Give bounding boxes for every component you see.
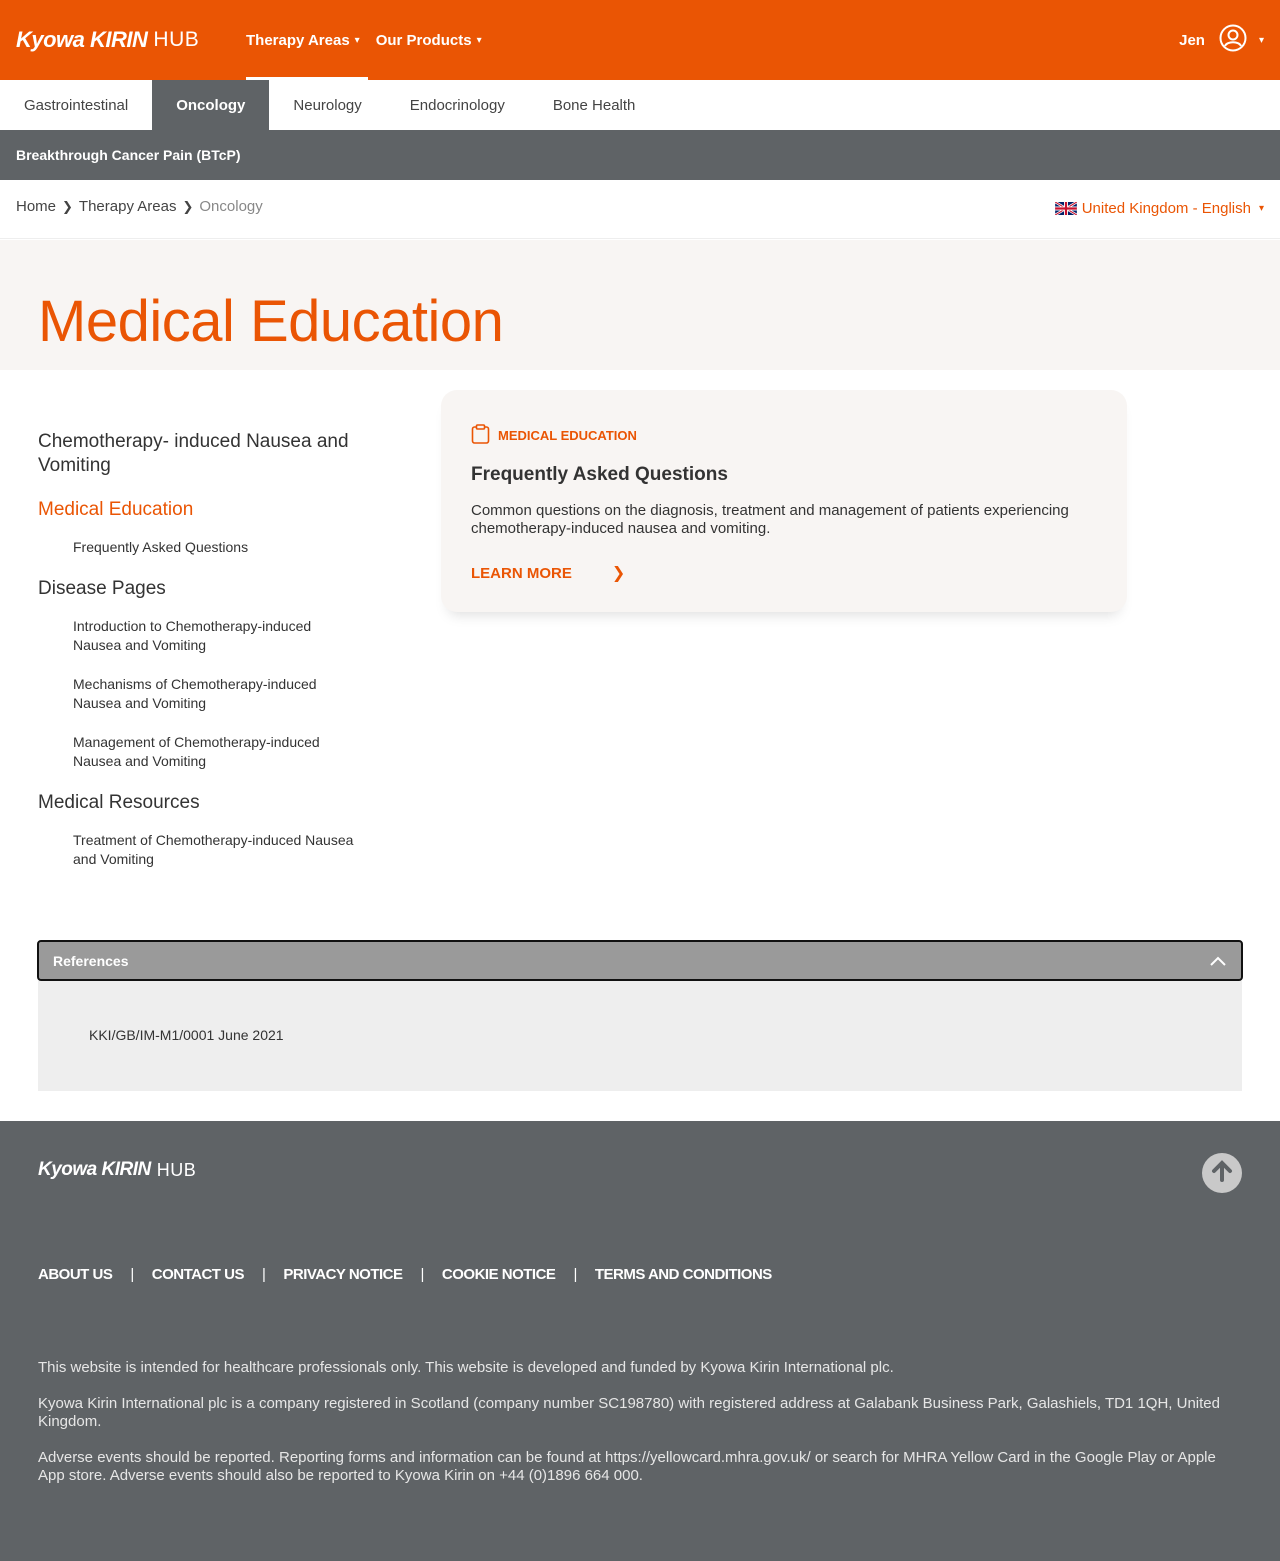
- top-bar: Kyowa KIRIN HUB Therapy Areas ▾ Our Prod…: [0, 0, 1280, 80]
- caret-down-icon: ▾: [1258, 34, 1264, 46]
- sidebar-heading-medical-resources[interactable]: Medical Resources: [38, 791, 358, 815]
- footer-links: ABOUT US | CONTACT US | PRIVACY NOTICE |…: [38, 1266, 772, 1283]
- sidebar-item-faq[interactable]: Frequently Asked Questions: [38, 538, 358, 557]
- sidebar-item-introduction[interactable]: Introduction to Chemotherapy-induced Nau…: [38, 617, 358, 655]
- legal-company-registration: Kyowa Kirin International plc is a compa…: [38, 1395, 1220, 1430]
- sidebar-heading-disease-pages[interactable]: Disease Pages: [38, 577, 358, 601]
- caret-down-icon: ▾: [354, 34, 360, 46]
- nav-our-products[interactable]: Our Products ▾: [376, 0, 482, 80]
- sidebar-item-management[interactable]: Management of Chemotherapy-induced Nause…: [38, 733, 358, 771]
- main-nav: Therapy Areas ▾ Our Products ▾: [246, 0, 498, 80]
- sidebar-item-treatment[interactable]: Treatment of Chemotherapy-induced Nausea…: [38, 831, 358, 869]
- card-title: Frequently Asked Questions: [471, 464, 728, 485]
- footer-link-about-us[interactable]: ABOUT US: [38, 1266, 113, 1283]
- clipboard-icon: [471, 424, 498, 447]
- tab-neurology[interactable]: Neurology: [269, 80, 385, 130]
- user-name: Jen: [1179, 31, 1205, 49]
- breadcrumb-therapy-areas[interactable]: Therapy Areas: [79, 198, 177, 215]
- logo-mark: Kyowa KIRIN: [16, 27, 148, 52]
- breadcrumb-bar: Home ❯ Therapy Areas ❯ Oncology United K…: [0, 180, 1280, 239]
- card-category: MEDICAL EDUCATION: [471, 424, 637, 447]
- tab-oncology[interactable]: Oncology: [152, 80, 270, 130]
- footer-legal: This website is intended for healthcare …: [38, 1359, 1238, 1503]
- references-title: References: [53, 952, 129, 969]
- scroll-to-top-button[interactable]: [1202, 1153, 1242, 1193]
- footer: Kyowa KIRIN HUB ABOUT US | CONTACT US | …: [0, 1121, 1280, 1561]
- language-selector[interactable]: United Kingdom - English ▾: [1054, 200, 1264, 217]
- chevron-right-icon: ❯: [182, 198, 194, 214]
- footer-logo-mark: Kyowa KIRIN: [38, 1159, 151, 1180]
- legal-hcp-notice: This website is intended for healthcare …: [38, 1359, 894, 1376]
- tab-endocrinology[interactable]: Endocrinology: [386, 80, 529, 130]
- sidebar-heading-medical-education[interactable]: Medical Education: [38, 498, 358, 522]
- chevron-right-icon: ❯: [611, 565, 626, 582]
- user-avatar-icon: [1219, 24, 1247, 57]
- faq-card[interactable]: MEDICAL EDUCATION Frequently Asked Quest…: [441, 390, 1127, 612]
- chevron-right-icon: ❯: [62, 198, 73, 214]
- footer-link-terms[interactable]: TERMS AND CONDITIONS: [595, 1266, 772, 1283]
- uk-flag-icon: [1054, 200, 1078, 217]
- breadcrumb: Home ❯ Therapy Areas ❯ Oncology: [16, 198, 263, 215]
- nav-our-products-label: Our Products: [375, 31, 472, 49]
- footer-link-cookie-notice[interactable]: COOKIE NOTICE: [442, 1266, 556, 1283]
- learn-more-link[interactable]: LEARN MORE ❯: [471, 563, 625, 583]
- user-menu[interactable]: Jen ▾: [1179, 24, 1264, 56]
- footer-logo-hub: HUB: [156, 1159, 197, 1180]
- sub-nav-bar: Breakthrough Cancer Pain (BTcP): [0, 130, 1280, 180]
- footer-link-contact-us[interactable]: CONTACT US: [152, 1266, 245, 1283]
- footer-link-separator: |: [573, 1266, 577, 1283]
- card-description: Common questions on the diagnosis, treat…: [471, 502, 1069, 537]
- breadcrumb-current: Oncology: [199, 198, 263, 215]
- logo-hub: HUB: [153, 28, 200, 51]
- tab-gastrointestinal[interactable]: Gastrointestinal: [0, 80, 152, 130]
- sidebar-nav: Chemotherapy- induced Nausea and Vomitin…: [38, 430, 358, 889]
- references-panel: KKI/GB/IM-M1/0001 June 2021: [38, 981, 1242, 1091]
- hero-banner: Medical Education: [0, 240, 1280, 370]
- site-logo[interactable]: Kyowa KIRIN HUB: [16, 26, 199, 54]
- footer-logo[interactable]: Kyowa KIRIN HUB: [38, 1159, 196, 1181]
- caret-down-icon: ▾: [1258, 203, 1264, 214]
- nav-therapy-areas[interactable]: Therapy Areas ▾: [246, 0, 368, 80]
- footer-link-privacy-notice[interactable]: PRIVACY NOTICE: [283, 1266, 403, 1283]
- footer-link-separator: |: [261, 1266, 266, 1283]
- sub-nav-btcp[interactable]: Breakthrough Cancer Pain (BTcP): [16, 147, 241, 163]
- nav-therapy-areas-label: Therapy Areas: [246, 31, 350, 49]
- therapy-tabs: Gastrointestinal Oncology Neurology Endo…: [0, 80, 1280, 130]
- learn-more-label: LEARN MORE: [471, 564, 572, 582]
- card-category-label: MEDICAL EDUCATION: [498, 428, 637, 443]
- sidebar-item-mechanisms[interactable]: Mechanisms of Chemotherapy-induced Nause…: [38, 675, 358, 713]
- language-label: United Kingdom - English: [1081, 200, 1251, 217]
- sidebar-heading-cinv[interactable]: Chemotherapy- induced Nausea and Vomitin…: [38, 430, 358, 478]
- legal-adverse-events: Adverse events should be reported. Repor…: [38, 1449, 1216, 1484]
- footer-link-separator: |: [420, 1266, 425, 1283]
- chevron-up-icon: [1209, 952, 1227, 973]
- tab-bone-health[interactable]: Bone Health: [529, 80, 660, 130]
- caret-down-icon: ▾: [476, 34, 482, 46]
- references-text: KKI/GB/IM-M1/0001 June 2021: [89, 1027, 284, 1043]
- references-toggle[interactable]: References: [37, 940, 1243, 981]
- footer-link-separator: |: [130, 1266, 134, 1283]
- page-title: Medical Education: [38, 289, 504, 354]
- arrow-up-icon: [1211, 1159, 1233, 1187]
- breadcrumb-home[interactable]: Home: [16, 198, 56, 215]
